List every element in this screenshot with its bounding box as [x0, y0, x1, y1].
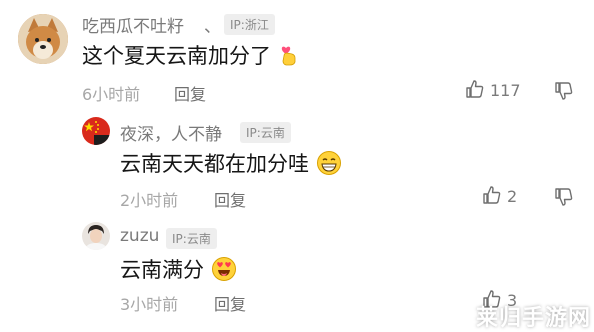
reply-1-text: 云南天天都在加分哇	[120, 152, 309, 176]
comment-1-like-count: 117	[490, 81, 521, 100]
flag-avatar-art	[82, 117, 110, 145]
reply-2-text: 云南满分	[120, 258, 204, 282]
comment-1-text: 这个夏天云南加分了	[82, 44, 271, 68]
person-avatar-art	[82, 222, 110, 250]
reply-2-content: 云南满分	[120, 254, 237, 284]
comment-1-name-suffix: 、	[204, 17, 221, 37]
reply-1-ip-badge: IP:云南	[240, 122, 291, 143]
reply-1-time: 2小时前	[120, 191, 179, 210]
reply-1-reply-button[interactable]: 回复	[214, 187, 246, 211]
avatar-person[interactable]	[82, 222, 110, 250]
reply-2-username[interactable]: zuzu	[120, 226, 159, 246]
avatar-dog[interactable]	[18, 14, 68, 64]
reply-2-ip-badge: IP:云南	[166, 228, 217, 249]
comment-1-username[interactable]: 吃西瓜不吐籽	[82, 12, 184, 37]
comment-1-time: 6小时前	[82, 85, 141, 104]
shiba-avatar-art	[18, 14, 68, 64]
reply-1-like-count: 2	[507, 187, 518, 206]
avatar-flag[interactable]	[82, 117, 110, 145]
site-watermark: 莱归手游网	[476, 306, 592, 331]
comment-1-reply-button[interactable]: 回复	[174, 81, 206, 105]
comment-1-ip-badge: IP:浙江	[224, 14, 275, 35]
thumbs-up-icon[interactable]	[482, 185, 502, 209]
grinning-emoji-icon	[317, 151, 342, 175]
reply-2-time: 3小时前	[120, 295, 179, 314]
heart-eyes-emoji-icon	[212, 257, 237, 281]
finger-heart-emoji-icon	[280, 44, 298, 70]
reply-1-username[interactable]: 夜深，人不静	[120, 120, 222, 145]
reply-1-content: 云南天天都在加分哇	[120, 148, 342, 178]
reply-2-reply-button[interactable]: 回复	[214, 291, 246, 315]
thumbs-up-icon[interactable]	[465, 79, 485, 103]
thumbs-down-icon[interactable]	[554, 81, 574, 105]
thumbs-down-icon[interactable]	[554, 187, 574, 211]
comment-1-content: 这个夏天云南加分了	[82, 40, 298, 70]
